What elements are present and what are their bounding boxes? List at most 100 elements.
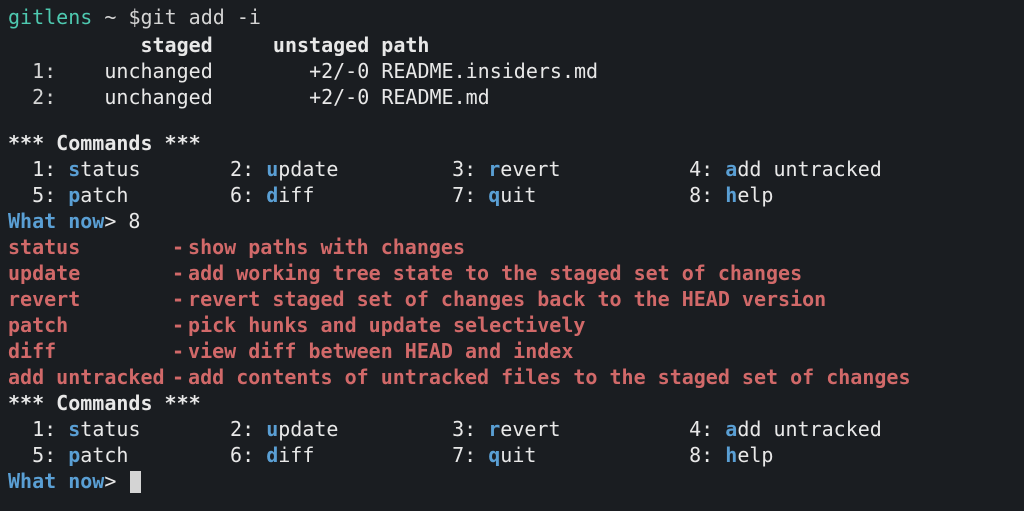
cmd-hotkey: u <box>266 157 278 181</box>
cmd-rest: dd untracked <box>737 157 882 181</box>
help-line: status-show paths with changes <box>8 234 1016 260</box>
cursor-icon[interactable] <box>130 471 141 493</box>
cmd-num: 7: <box>452 183 476 207</box>
cmd-hotkey: p <box>68 183 80 207</box>
cmd-rest: atch <box>80 443 128 467</box>
header-unstaged: unstaged <box>273 33 369 57</box>
cmd-rest: evert <box>500 157 560 181</box>
cmd-hotkey: a <box>725 417 737 441</box>
cmd-hotkey: q <box>488 443 500 467</box>
cmd-num: 3: <box>452 417 476 441</box>
help-cmd-name: status <box>8 234 168 260</box>
cmd-num: 2: <box>230 157 254 181</box>
help-line: revert-revert staged set of changes back… <box>8 286 1016 312</box>
status-row: 1: unchanged +2/-0 README.insiders.md <box>8 58 1016 84</box>
what-now-label: What now <box>8 469 104 493</box>
help-separator: - <box>172 365 184 389</box>
cmd-rest: tatus <box>80 157 140 181</box>
commands-header: *** Commands *** <box>8 130 1016 156</box>
help-cmd-name: diff <box>8 338 168 364</box>
cmd-num: 6: <box>230 443 254 467</box>
cmd-rest: iff <box>278 443 314 467</box>
help-separator: - <box>172 313 184 337</box>
cmd-hotkey: r <box>488 417 500 441</box>
row-staged: unchanged <box>104 85 212 109</box>
help-separator: - <box>172 235 184 259</box>
row-path: README.insiders.md <box>381 59 598 83</box>
cmd-num: 4: <box>689 157 713 181</box>
cmd-rest: evert <box>500 417 560 441</box>
help-cmd-desc: show paths with changes <box>188 235 465 259</box>
cmd-num: 1: <box>32 157 56 181</box>
help-line: diff-view diff between HEAD and index <box>8 338 1016 364</box>
cmd-num: 8: <box>689 443 713 467</box>
row-index: 1: <box>32 59 56 83</box>
cmd-num: 7: <box>452 443 476 467</box>
header-staged: staged <box>140 33 212 57</box>
help-cmd-desc: add contents of untracked files to the s… <box>188 365 910 389</box>
cmd-hotkey: q <box>488 183 500 207</box>
cmd-rest: elp <box>737 443 773 467</box>
cmd-rest: pdate <box>278 417 338 441</box>
row-unstaged: +2/-0 <box>309 85 369 109</box>
cmd-rest: elp <box>737 183 773 207</box>
header-path: path <box>381 33 429 57</box>
commands-row: 1: status 2: update 3: revert 4: add unt… <box>8 416 1016 442</box>
help-separator: - <box>172 287 184 311</box>
prompt-dollar: $ <box>128 5 140 29</box>
help-separator: - <box>172 261 184 285</box>
cmd-num: 5: <box>32 183 56 207</box>
what-now-arrow: > <box>104 209 116 233</box>
row-staged: unchanged <box>104 59 212 83</box>
cmd-rest: tatus <box>80 417 140 441</box>
shell-prompt-line: gitlens ~ $git add -i <box>8 4 1016 30</box>
cmd-hotkey: h <box>725 183 737 207</box>
cmd-num: 8: <box>689 183 713 207</box>
what-now-label: What now <box>8 209 104 233</box>
cmd-rest: atch <box>80 183 128 207</box>
blank-line <box>8 110 1016 130</box>
help-cmd-name: revert <box>8 286 168 312</box>
cmd-num: 4: <box>689 417 713 441</box>
row-index: 2: <box>32 85 56 109</box>
status-header-row: staged unstaged path <box>8 32 1016 58</box>
prompt-tilde: ~ <box>104 5 116 29</box>
cmd-hotkey: u <box>266 417 278 441</box>
help-line: update-add working tree state to the sta… <box>8 260 1016 286</box>
what-now-prompt-line[interactable]: What now> <box>8 468 1016 494</box>
cmd-hotkey: r <box>488 157 500 181</box>
prompt-directory: gitlens <box>8 5 92 29</box>
cmd-num: 3: <box>452 157 476 181</box>
cmd-num: 5: <box>32 443 56 467</box>
cmd-num: 1: <box>32 417 56 441</box>
row-unstaged: +2/-0 <box>309 59 369 83</box>
cmd-rest: dd untracked <box>737 417 882 441</box>
cmd-rest: uit <box>500 443 536 467</box>
cmd-num: 6: <box>230 183 254 207</box>
cmd-rest: pdate <box>278 157 338 181</box>
command-text[interactable]: git add -i <box>140 5 260 29</box>
help-line: add untracked-add contents of untracked … <box>8 364 1016 390</box>
commands-row: 5: patch 6: diff 7: quit 8: help <box>8 182 1016 208</box>
help-cmd-name: update <box>8 260 168 286</box>
what-now-prompt-line: What now> 8 <box>8 208 1016 234</box>
cmd-num: 2: <box>230 417 254 441</box>
cmd-hotkey: s <box>68 417 80 441</box>
commands-row: 5: patch 6: diff 7: quit 8: help <box>8 442 1016 468</box>
cmd-hotkey: h <box>725 443 737 467</box>
row-path: README.md <box>381 85 489 109</box>
help-cmd-desc: view diff between HEAD and index <box>188 339 573 363</box>
what-now-arrow: > <box>104 469 116 493</box>
commands-header: *** Commands *** <box>8 390 1016 416</box>
help-cmd-name: patch <box>8 312 168 338</box>
cmd-hotkey: s <box>68 157 80 181</box>
help-cmd-desc: revert staged set of changes back to the… <box>188 287 826 311</box>
help-cmd-name: add untracked <box>8 364 168 390</box>
cmd-hotkey: d <box>266 443 278 467</box>
help-separator: - <box>172 339 184 363</box>
help-cmd-desc: add working tree state to the staged set… <box>188 261 802 285</box>
user-input[interactable]: 8 <box>128 209 140 233</box>
help-line: patch-pick hunks and update selectively <box>8 312 1016 338</box>
status-row: 2: unchanged +2/-0 README.md <box>8 84 1016 110</box>
cmd-hotkey: a <box>725 157 737 181</box>
